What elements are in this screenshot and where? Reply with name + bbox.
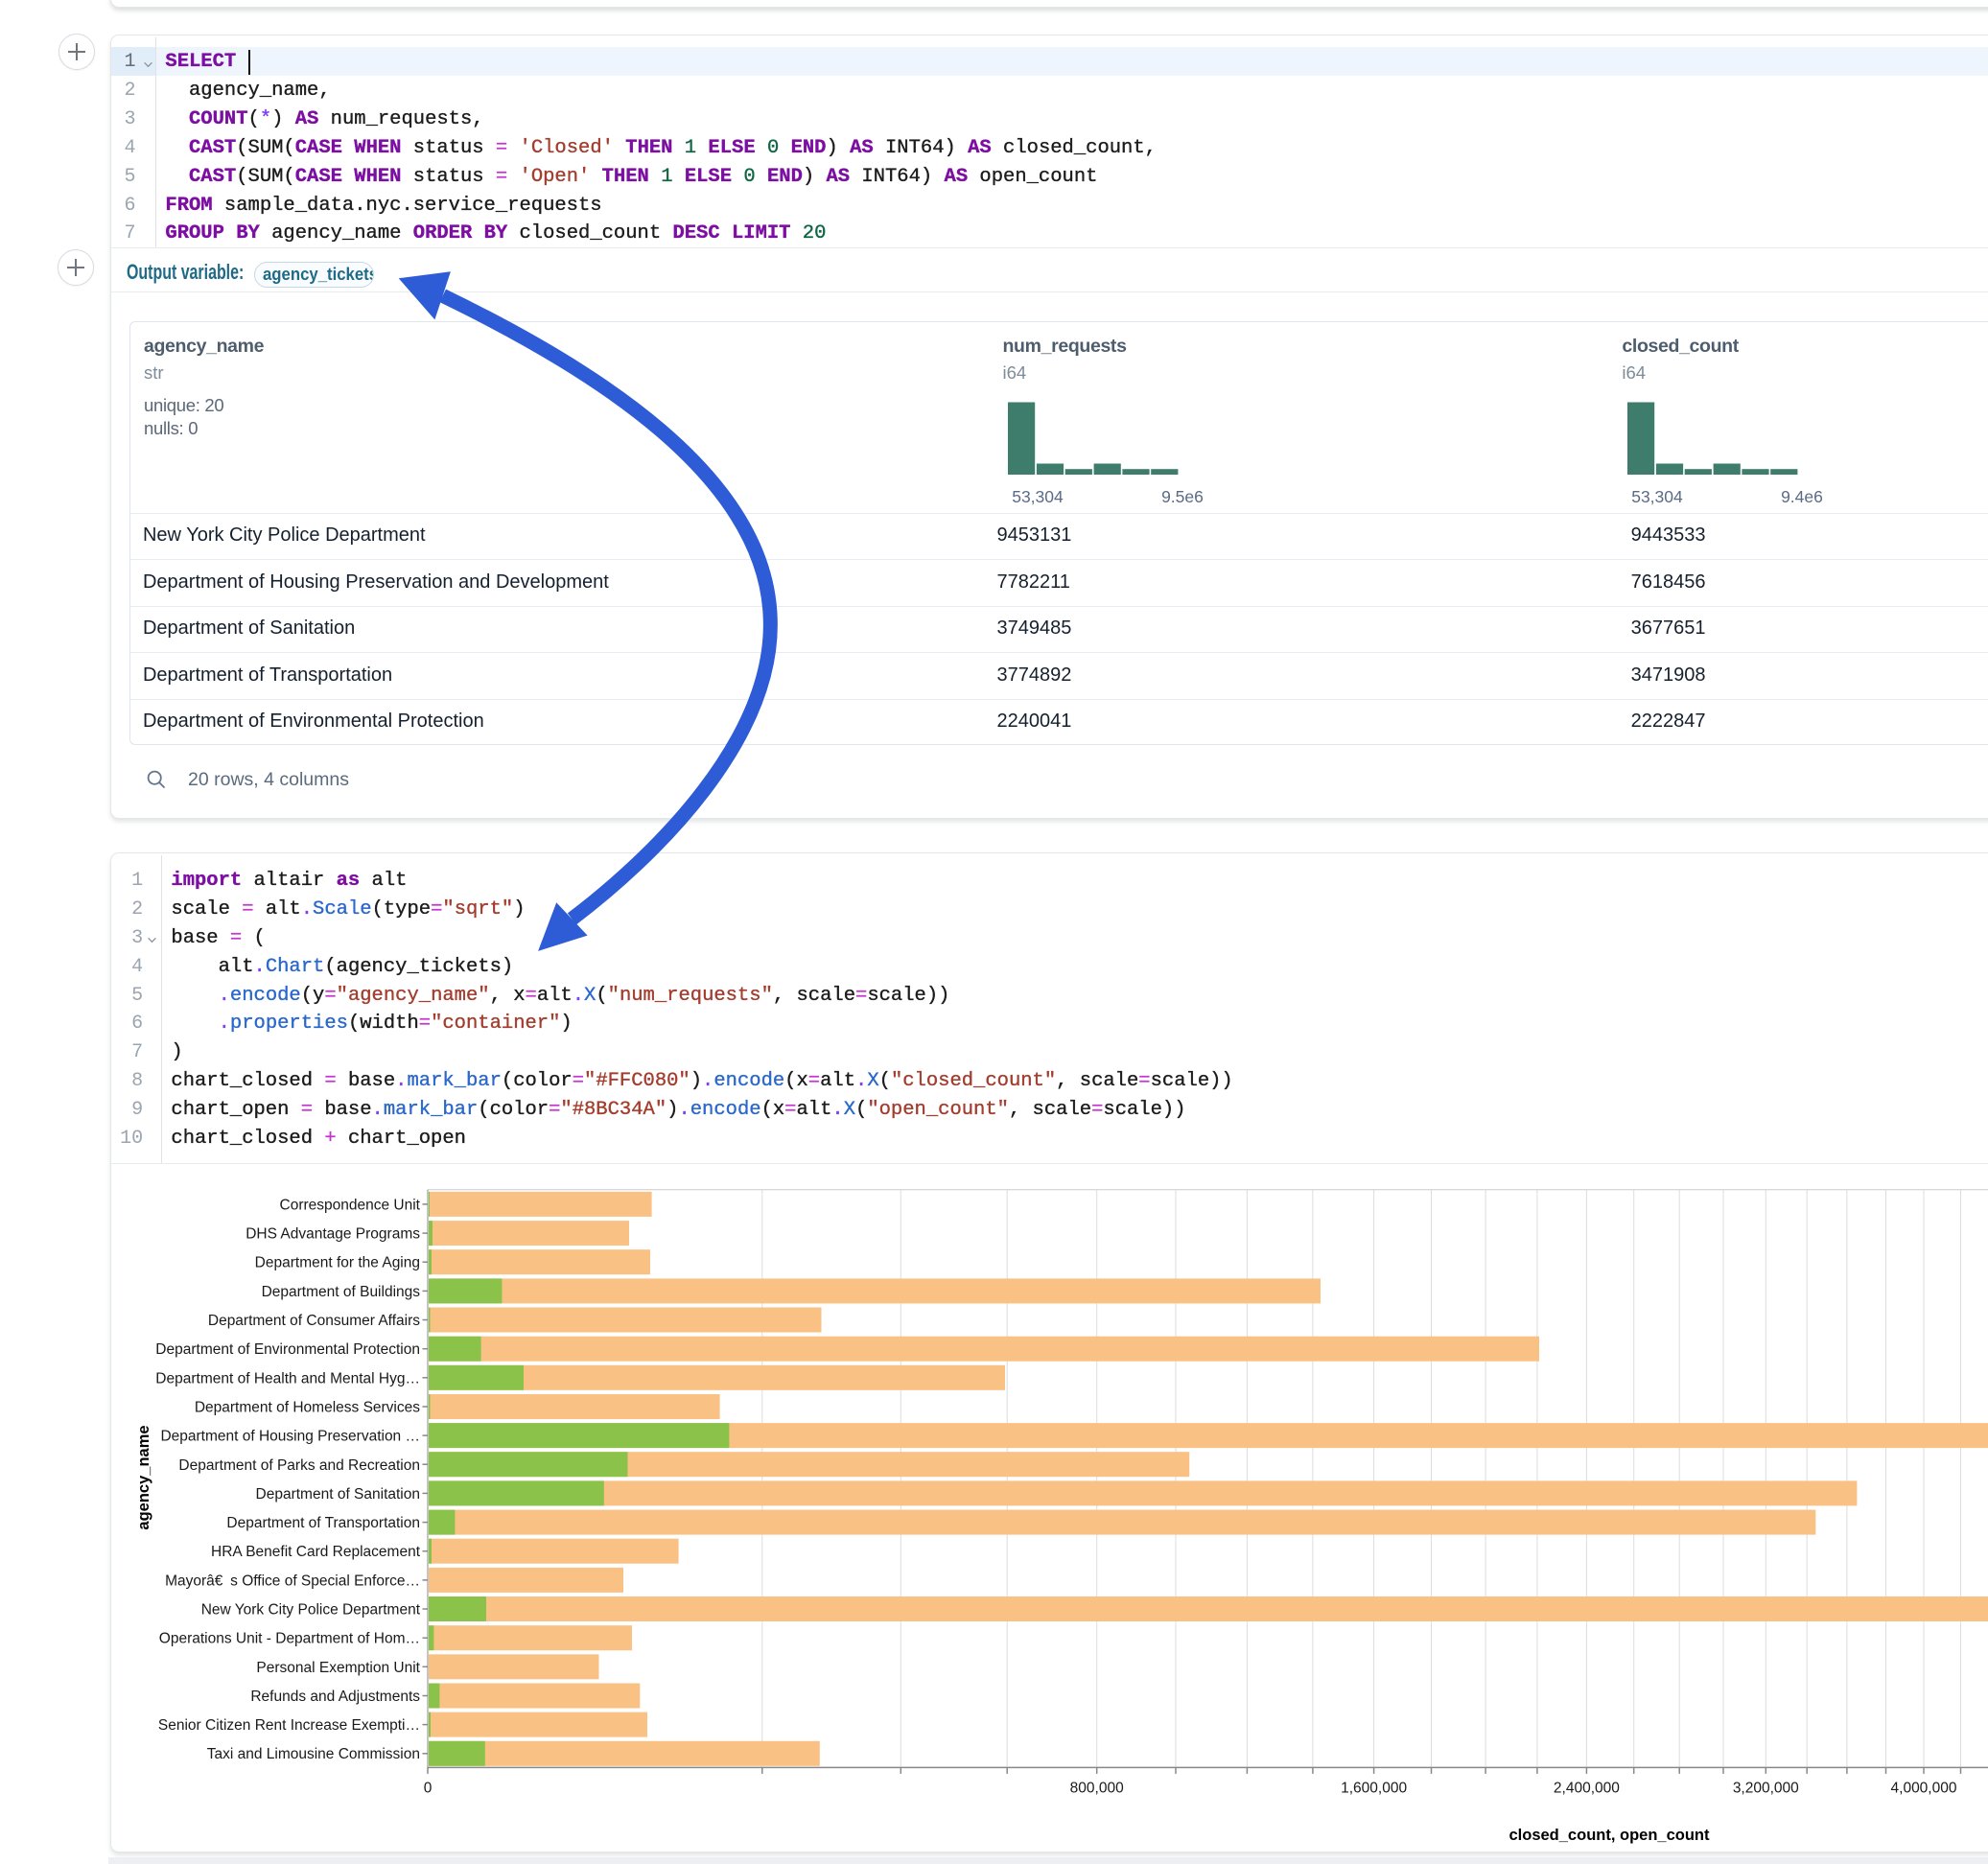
svg-text:2,400,000: 2,400,000 xyxy=(1554,1781,1620,1797)
svg-text:Department of Environmental Pr: Department of Environmental Protection xyxy=(155,1341,420,1358)
svg-text:Department of Parks and Recrea: Department of Parks and Recreation xyxy=(178,1457,420,1474)
svg-text:Department of Homeless Service: Department of Homeless Services xyxy=(195,1400,420,1416)
svg-text:Department of Transportation: Department of Transportation xyxy=(226,1515,420,1531)
svg-text:Department of Buildings: Department of Buildings xyxy=(262,1284,421,1300)
svg-text:Senior Citizen Rent Increase E: Senior Citizen Rent Increase Exempti… xyxy=(158,1717,420,1734)
svg-text:HRA Benefit Card Replacement: HRA Benefit Card Replacement xyxy=(211,1544,421,1560)
svg-text:0: 0 xyxy=(424,1781,433,1797)
svg-text:Department of Health and Menta: Department of Health and Mental Hyg… xyxy=(155,1370,420,1386)
svg-text:DHS Advantage Programs: DHS Advantage Programs xyxy=(246,1226,420,1243)
svg-text:Department for the Aging: Department for the Aging xyxy=(255,1255,420,1271)
svg-text:Personal Exemption Unit: Personal Exemption Unit xyxy=(256,1660,420,1676)
svg-text:Refunds and Adjustments: Refunds and Adjustments xyxy=(250,1689,420,1705)
svg-text:Department of Housing Preserva: Department of Housing Preservation … xyxy=(160,1429,420,1445)
svg-text:4,000,000: 4,000,000 xyxy=(1891,1781,1957,1797)
svg-text:3,200,000: 3,200,000 xyxy=(1733,1781,1799,1797)
svg-text:Department of Consumer Affairs: Department of Consumer Affairs xyxy=(208,1313,420,1329)
svg-text:Operations Unit - Department o: Operations Unit - Department of Hom… xyxy=(159,1631,420,1647)
svg-text:agency_name: agency_name xyxy=(135,1425,152,1529)
svg-text:New York City Police Departmen: New York City Police Department xyxy=(201,1602,421,1619)
svg-text:Department of Sanitation: Department of Sanitation xyxy=(256,1486,420,1503)
svg-text:800,000: 800,000 xyxy=(1070,1781,1124,1797)
svg-text:Correspondence Unit: Correspondence Unit xyxy=(280,1197,421,1213)
svg-text:Taxi and Limousine Commission: Taxi and Limousine Commission xyxy=(207,1746,420,1762)
svg-text:Mayorâ€ s Office of Special En: Mayorâ€ s Office of Special Enforce… xyxy=(165,1573,420,1589)
svg-text:1,600,000: 1,600,000 xyxy=(1341,1781,1407,1797)
svg-text:closed_count, open_count: closed_count, open_count xyxy=(1509,1827,1710,1844)
